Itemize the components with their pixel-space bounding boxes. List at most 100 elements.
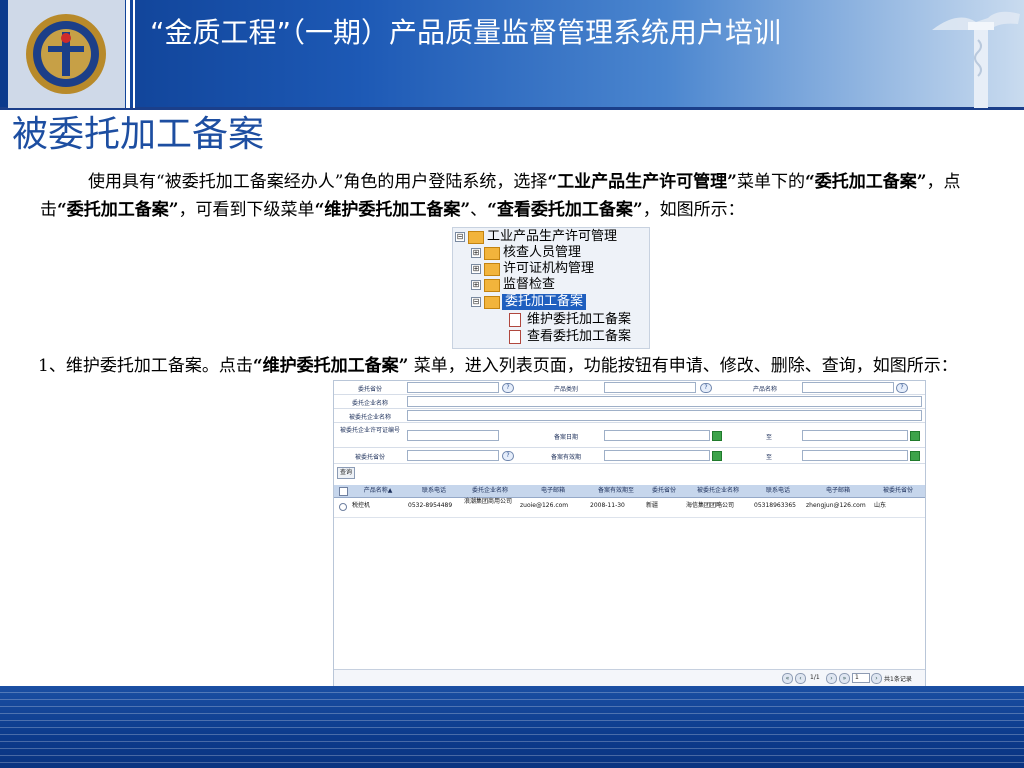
field-label: 委托企业名称: [351, 400, 388, 407]
folder-icon: [468, 231, 484, 244]
column-header[interactable]: 被委托企业名称: [684, 485, 752, 497]
total-records: 共1条记录: [884, 676, 912, 683]
cell: 浪潮集团商用公司: [464, 498, 513, 505]
form-row: 被委托企业名称: [334, 409, 925, 423]
column-header[interactable]: 备案有效期至: [588, 485, 644, 497]
cell: 2008-11-30: [590, 502, 625, 509]
form-row: 委托省份 ? 产品类别 ? 产品名称 ?: [334, 381, 925, 395]
cell: zhengjun@126.com: [806, 502, 866, 509]
folder-icon: [484, 279, 500, 292]
prev-page-icon[interactable]: ‹: [795, 673, 806, 684]
field-label: 至: [765, 434, 772, 441]
page-title: 被委托加工备案: [12, 114, 265, 155]
collapse-toggle-icon[interactable]: ⊟: [471, 297, 481, 307]
footer-texture: [0, 686, 1024, 768]
para-text: ，可看到下级菜单: [178, 200, 315, 220]
header-divider: [133, 0, 135, 108]
entrusted-license-input[interactable]: [407, 430, 499, 441]
record-valid-to-input[interactable]: [802, 450, 908, 461]
form-row: 被委托企业许可证编号 备案日期 至: [334, 423, 925, 448]
column-header[interactable]: 电子邮箱: [518, 485, 588, 497]
query-button[interactable]: 查询: [337, 467, 356, 479]
column-header[interactable]: 委托企业名称: [462, 485, 518, 497]
tree-item-label: 维护委托加工备案: [527, 312, 632, 327]
huabiao-pillar-image: [932, 11, 1020, 108]
column-header[interactable]: 产品名称▲: [350, 485, 406, 497]
calendar-icon[interactable]: [910, 451, 920, 461]
lookup-icon[interactable]: ?: [896, 383, 908, 393]
go-page-icon[interactable]: ›: [871, 673, 882, 684]
first-page-icon[interactable]: «: [782, 673, 793, 684]
entrusted-company-input[interactable]: [407, 410, 922, 421]
para-text: 1、维护委托加工备案。点击: [38, 356, 253, 376]
para-text: 菜单下的: [736, 172, 805, 192]
tree-item-label-selected: 委托加工备案: [502, 294, 587, 310]
page-number-input[interactable]: 1: [852, 673, 870, 683]
para-text: ，如图所示：: [642, 200, 745, 220]
last-page-icon[interactable]: »: [839, 673, 850, 684]
tree-item-label: 工业产品生产许可管理: [487, 229, 618, 244]
field-label: 被委托企业许可证编号: [339, 427, 400, 434]
row-radio[interactable]: [339, 503, 347, 511]
folder-icon: [484, 263, 500, 276]
cell: 山东: [874, 502, 887, 509]
field-label: 产品类别: [553, 386, 578, 393]
expand-toggle-icon[interactable]: ⊞: [471, 280, 481, 290]
para-text: 、: [470, 200, 488, 220]
para-bold: “委托加工备案”: [804, 172, 927, 192]
column-header[interactable]: 被委托省份: [872, 485, 924, 497]
cell: 新疆: [646, 502, 659, 509]
list-page-screenshot: 委托省份 ? 产品类别 ? 产品名称 ? 委托企业名称 被委托企业名称 被委托企…: [333, 380, 926, 702]
entrust-province-input[interactable]: [407, 382, 499, 393]
record-date-from-input[interactable]: [604, 430, 710, 441]
table-row[interactable]: 税控机 0532-8954489 浪潮集团商用公司 zuoie@126.com …: [334, 497, 925, 518]
field-label: 被委托企业名称: [348, 414, 391, 421]
calendar-icon[interactable]: [910, 431, 920, 441]
header-rule: [0, 107, 1024, 110]
calendar-icon[interactable]: [712, 451, 722, 461]
field-label: 产品名称: [752, 386, 777, 393]
cell: 海信集团团略公司: [686, 502, 735, 509]
header-title: “金质工程”（一期）产品质量监督管理系统用户培训: [150, 16, 782, 49]
column-header[interactable]: 联系电话: [406, 485, 462, 497]
intro-paragraph: 使用具有“被委托加工备案经办人”角色的用户登陆系统，选择“工业产品生产许可管理”…: [40, 168, 985, 224]
product-category-input[interactable]: [604, 382, 696, 393]
page-indicator: 1/1: [810, 674, 820, 681]
cell: 0532-8954489: [408, 502, 453, 509]
form-row: 被委托省份 ? 备案有效期 至: [334, 448, 925, 464]
step1-paragraph: 1、维护委托加工备案。点击“维护委托加工备案” 菜单，进入列表页面，功能按钮有申…: [38, 352, 993, 380]
column-header[interactable]: 电子邮箱: [804, 485, 872, 497]
expand-toggle-icon[interactable]: ⊞: [471, 248, 481, 258]
menu-tree-screenshot: ⊟ 工业产品生产许可管理 ⊞ 核查人员管理 ⊞ 许可证机构管理 ⊞ 监督检查 ⊟…: [452, 227, 650, 349]
cell: 税控机: [352, 502, 371, 509]
lookup-icon[interactable]: ?: [502, 383, 514, 393]
header-divider: [126, 0, 130, 108]
cell: 05318963365: [754, 502, 796, 509]
cell: zuoie@126.com: [520, 502, 569, 509]
field-label: 委托省份: [357, 386, 382, 393]
form-row: 委托企业名称: [334, 395, 925, 409]
tree-item-label: 许可证机构管理: [503, 261, 595, 276]
pager: « ‹ 1/1 › » 1 › 共1条记录: [334, 669, 925, 686]
calendar-icon[interactable]: [712, 431, 722, 441]
product-name-input[interactable]: [802, 382, 894, 393]
next-page-icon[interactable]: ›: [826, 673, 837, 684]
column-header[interactable]: 联系电话: [752, 485, 804, 497]
expand-toggle-icon[interactable]: ⊞: [471, 264, 481, 274]
record-date-to-input[interactable]: [802, 430, 908, 441]
para-bold: “维护委托加工备案”: [314, 200, 471, 220]
record-valid-from-input[interactable]: [604, 450, 710, 461]
entrust-company-input[interactable]: [407, 396, 922, 407]
collapse-toggle-icon[interactable]: ⊟: [455, 232, 465, 242]
para-bold: “委托加工备案”: [57, 200, 179, 220]
entrusted-province-input[interactable]: [407, 450, 499, 461]
select-all-checkbox[interactable]: [339, 487, 348, 496]
field-label: 被委托省份: [354, 454, 385, 461]
field-label: 备案有效期: [550, 454, 581, 461]
lookup-icon[interactable]: ?: [502, 451, 514, 461]
tree-item-label: 查看委托加工备案: [527, 329, 632, 344]
tree-item-label: 监督检查: [503, 277, 556, 292]
para-text: 菜单，进入列表页面，功能按钮有申请、修改、删除、查询，如图所示：: [408, 356, 958, 376]
lookup-icon[interactable]: ?: [700, 383, 712, 393]
column-header[interactable]: 委托省份: [644, 485, 684, 497]
